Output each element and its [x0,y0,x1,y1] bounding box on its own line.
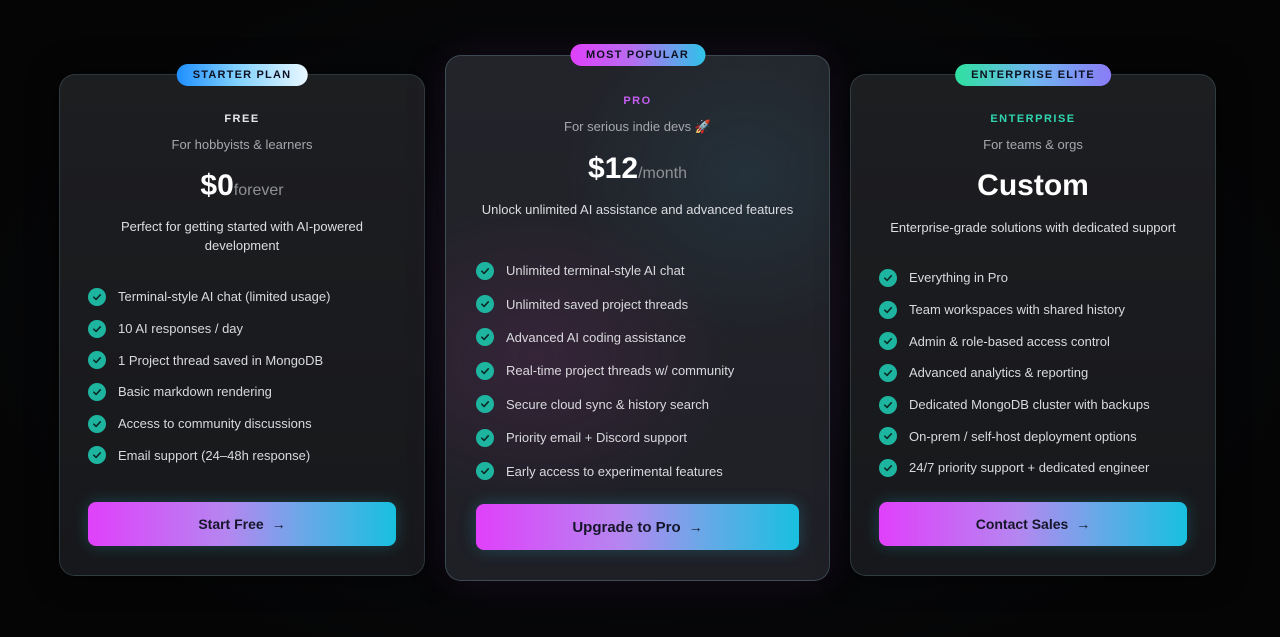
check-circle-icon [879,268,897,287]
feature-item: Advanced AI coding assistance [476,321,734,354]
check-circle-icon [476,361,494,380]
plan-subtitle: For hobbyists & learners [171,137,313,152]
plan-period: forever [233,182,284,199]
plan-card-enterprise: ENTERPRISE ELITE ENTERPRISE For teams & … [850,64,1216,576]
feature-text: 1 Project thread saved in MongoDB [118,352,324,368]
feature-item: Email support (24–48h response) [88,439,330,471]
upgrade-to-pro-button[interactable]: Upgrade to Pro → [476,504,799,550]
feature-text: Unlimited saved project threads [506,296,689,312]
feature-text: 10 AI responses / day [118,321,244,337]
plan-tier: FREE [224,113,260,125]
feature-item: Unlimited terminal-style AI chat [476,254,734,287]
check-circle-icon [879,458,897,477]
feature-item: 1 Project thread saved in MongoDB [88,344,330,376]
check-circle-icon [879,300,897,319]
cta-label: Start Free [198,516,264,532]
check-circle-icon [88,414,106,433]
check-circle-icon [476,395,494,414]
check-circle-icon [88,351,106,370]
feature-text: Secure cloud sync & history search [506,396,710,412]
plan-card-starter: STARTER PLAN FREE For hobbyists & learne… [59,64,425,576]
feature-item: 10 AI responses / day [88,313,330,345]
feature-item: Dedicated MongoDB cluster with backups [879,389,1150,421]
feature-text: Terminal-style AI chat (limited usage) [118,289,331,305]
start-free-button[interactable]: Start Free → [88,502,396,546]
feature-text: Admin & role-based access control [909,333,1110,349]
feature-item: Advanced analytics & reporting [879,357,1150,389]
check-circle-icon [88,319,106,338]
check-circle-icon [476,261,494,280]
feature-text: Email support (24–48h response) [118,447,311,463]
contact-sales-button[interactable]: Contact Sales → [879,502,1187,546]
feature-list: Everything in Pro Team workspaces with sh… [879,262,1150,484]
plan-subtitle: For teams & orgs [983,137,1083,152]
feature-text: Advanced AI coding assistance [506,329,686,345]
plan-description: Unlock unlimited AI assistance and advan… [481,202,794,217]
plan-tier: ENTERPRISE [990,113,1076,125]
feature-item: Everything in Pro [879,262,1150,294]
arrow-right-icon: → [271,516,286,532]
check-circle-icon [476,295,494,314]
check-circle-icon [88,382,106,401]
check-circle-icon [879,395,897,414]
plan-price-row: $12/month [446,149,829,189]
cta-label: Upgrade to Pro [572,518,681,536]
feature-item: 24/7 priority support + dedicated engine… [879,452,1150,484]
check-circle-icon [476,428,494,447]
plan-price-row: Custom [851,166,1215,206]
feature-item: Secure cloud sync & history search [476,388,734,421]
plan-price: Custom [977,169,1089,202]
plan-price: $12 [588,152,639,185]
feature-text: 24/7 priority support + dedicated engine… [909,460,1150,476]
feature-text: Team workspaces with shared history [909,302,1126,318]
feature-text: Access to community discussions [118,416,312,432]
feature-item: Terminal-style AI chat (limited usage) [88,281,330,313]
feature-item: Unlimited saved project threads [476,287,734,320]
plan-subtitle: For serious indie devs 🚀 [564,119,711,134]
feature-text: Advanced analytics & reporting [909,365,1089,381]
cta-label: Contact Sales [975,516,1069,532]
feature-text: Priority email + Discord support [506,430,687,446]
feature-text: Early access to experimental features [506,463,723,479]
feature-text: On-prem / self-host deployment options [909,428,1137,444]
plan-price: $0 [200,169,234,202]
feature-item: On-prem / self-host deployment options [879,420,1150,452]
arrow-right-icon: → [688,519,703,535]
plan-description: Perfect for getting started with AI-powe… [120,219,364,253]
arrow-right-icon: → [1076,516,1091,532]
feature-text: Basic markdown rendering [118,384,272,400]
check-circle-icon [879,363,897,382]
plan-period: /month [638,165,687,182]
feature-item: Team workspaces with shared history [879,294,1150,326]
check-circle-icon [476,328,494,347]
plan-price-row: $0forever [60,166,424,206]
feature-text: Everything in Pro [909,270,1008,286]
feature-text: Dedicated MongoDB cluster with backups [909,397,1150,413]
feature-text: Real-time project threads w/ community [506,363,735,379]
feature-item: Basic markdown rendering [88,376,330,408]
plan-badge: STARTER PLAN [176,64,308,86]
feature-item: Access to community discussions [88,408,330,440]
plan-badge: MOST POPULAR [569,44,706,66]
check-circle-icon [879,427,897,446]
plan-tier: PRO [623,95,652,107]
plan-description: Enterprise-grade solutions with dedicate… [890,220,1176,235]
check-circle-icon [88,446,106,465]
feature-list: Terminal-style AI chat (limited usage) 10… [88,281,330,471]
plan-badge: ENTERPRISE ELITE [955,64,1111,86]
feature-item: Admin & role-based access control [879,325,1150,357]
feature-item: Early access to experimental features [476,454,734,487]
check-circle-icon [476,462,494,481]
check-circle-icon [88,287,106,306]
feature-item: Priority email + Discord support [476,421,734,454]
pricing-section: STARTER PLAN FREE For hobbyists & learne… [0,0,1280,637]
plan-card-pro: MOST POPULAR PRO For serious indie devs … [445,44,830,581]
feature-text: Unlimited terminal-style AI chat [506,263,685,279]
feature-item: Real-time project threads w/ community [476,354,734,387]
check-circle-icon [879,332,897,351]
feature-list: Unlimited terminal-style AI chat Unlimite… [476,254,734,488]
